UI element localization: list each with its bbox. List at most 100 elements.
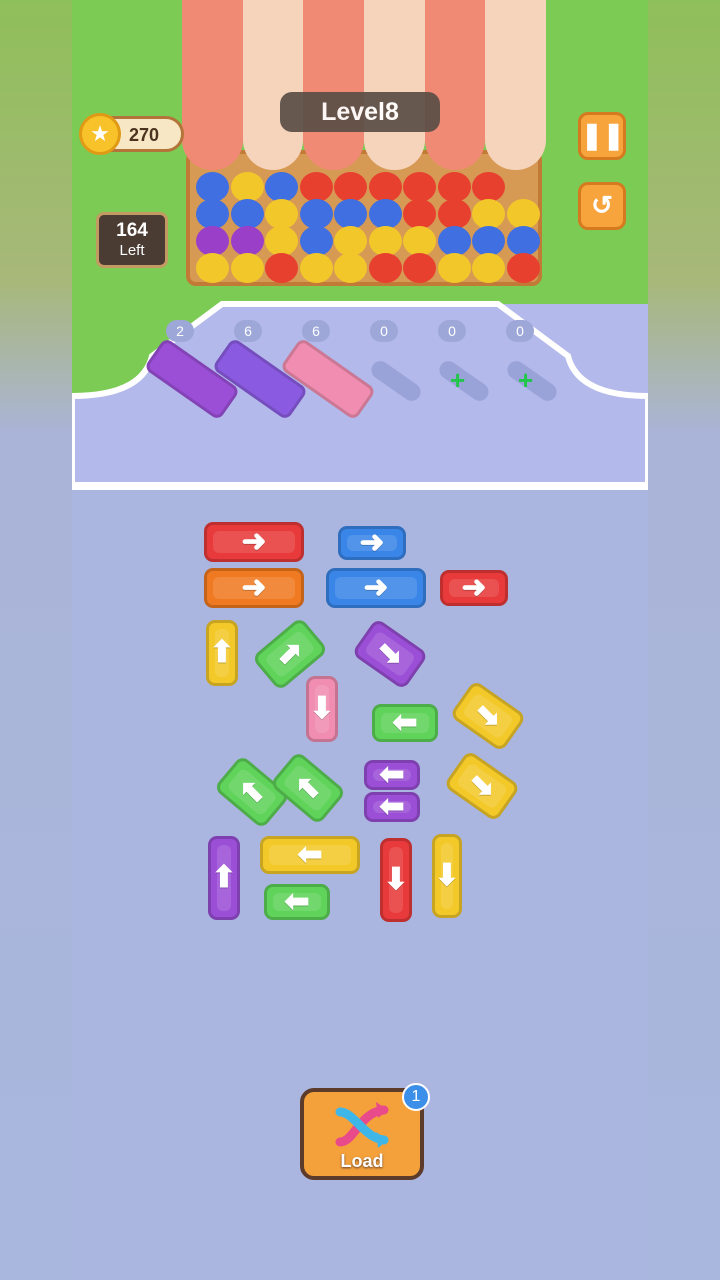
fruit bbox=[472, 253, 505, 283]
truck-up-left[interactable]: ⬉ bbox=[269, 750, 347, 826]
fruit bbox=[368, 172, 402, 202]
arrow-icon: ⬊ bbox=[377, 637, 403, 670]
truck-right[interactable]: ➜ bbox=[204, 522, 304, 562]
fruit bbox=[472, 199, 505, 229]
fruit bbox=[334, 226, 367, 256]
slot-count: 2 bbox=[166, 320, 194, 342]
truck-left[interactable]: ⬅ bbox=[364, 792, 420, 822]
fruit bbox=[437, 253, 471, 283]
fruit bbox=[265, 172, 298, 202]
truck-right[interactable]: ➜ bbox=[326, 568, 426, 608]
fruit bbox=[196, 199, 229, 229]
awning-stripe bbox=[182, 0, 243, 170]
truck-down-right[interactable]: ⬊ bbox=[443, 749, 521, 823]
truck-right[interactable]: ➜ bbox=[440, 570, 508, 606]
truck-right[interactable]: ➜ bbox=[338, 526, 406, 560]
arrow-icon: ⬊ bbox=[475, 699, 501, 732]
fruit bbox=[265, 253, 298, 283]
fruit bbox=[299, 253, 333, 283]
arrow-icon: ⬅ bbox=[379, 758, 405, 791]
arrow-icon: ➜ bbox=[363, 571, 389, 604]
arrow-icon: ⬇ bbox=[434, 859, 460, 892]
fruit bbox=[506, 253, 540, 283]
fruit bbox=[403, 253, 436, 283]
fruit bbox=[368, 199, 402, 229]
arrow-icon: ⬅ bbox=[297, 838, 323, 871]
fruit bbox=[299, 199, 333, 229]
game-board: Level8 ★ 270 164 Left ❚❚ ↺ 2 6 6 0 0 +0 + ➜ ➜ ➜ ➜… bbox=[72, 0, 648, 1280]
fruit-crate bbox=[186, 150, 542, 286]
pause-icon: ❚❚ bbox=[581, 120, 625, 150]
undo-icon: ↺ bbox=[591, 190, 613, 220]
fruit bbox=[334, 253, 367, 283]
level-title: Level8 bbox=[280, 92, 440, 132]
arrow-icon: ➜ bbox=[241, 525, 267, 558]
remaining-sign: 164 Left bbox=[96, 212, 168, 268]
fruit bbox=[506, 226, 540, 256]
fruit bbox=[368, 253, 402, 283]
dock-divider bbox=[72, 482, 648, 490]
fruit bbox=[403, 172, 436, 202]
truck-down[interactable]: ⬇ bbox=[432, 834, 462, 918]
fruit bbox=[437, 226, 471, 256]
arrow-icon: ➜ bbox=[241, 571, 267, 604]
fruit bbox=[230, 199, 264, 229]
plus-icon[interactable]: + bbox=[518, 367, 533, 393]
fruit bbox=[334, 199, 367, 229]
truck-down[interactable]: ⬇ bbox=[306, 676, 338, 742]
arrow-icon: ➜ bbox=[461, 571, 487, 604]
slot-count: 6 bbox=[234, 320, 262, 342]
fruit bbox=[368, 226, 402, 256]
fruit bbox=[403, 199, 436, 229]
awning-stripe bbox=[364, 0, 425, 170]
truck-down-right[interactable]: ⬊ bbox=[351, 617, 429, 691]
fruit bbox=[299, 226, 333, 256]
awning-stripe bbox=[485, 0, 547, 170]
arrow-icon: ⬆ bbox=[209, 636, 235, 669]
truck-up[interactable]: ⬆ bbox=[208, 836, 240, 920]
plus-icon[interactable]: + bbox=[450, 367, 465, 393]
arrow-icon: ⬇ bbox=[309, 692, 335, 725]
slot-count: 0 bbox=[370, 320, 398, 342]
awning-stripe bbox=[424, 0, 486, 170]
remaining-count: 164 bbox=[116, 220, 148, 241]
fruit-stand bbox=[182, 0, 547, 290]
awning-stripe bbox=[242, 0, 304, 170]
slot-count: 0 bbox=[438, 320, 466, 342]
shuffle-icon bbox=[335, 1102, 389, 1148]
truck-left[interactable]: ⬅ bbox=[372, 704, 438, 742]
fruit bbox=[230, 172, 264, 202]
fruit bbox=[437, 172, 471, 202]
arrow-icon: ⬇ bbox=[383, 863, 409, 896]
arrow-icon: ➜ bbox=[359, 526, 385, 559]
truck-left[interactable]: ⬅ bbox=[364, 760, 420, 790]
fruit bbox=[299, 172, 333, 202]
fruit bbox=[196, 226, 229, 256]
arrow-icon: ⬉ bbox=[295, 771, 321, 804]
truck-up[interactable]: ⬆ bbox=[206, 620, 238, 686]
arrow-icon: ⬅ bbox=[379, 790, 405, 823]
truck-left[interactable]: ⬅ bbox=[260, 836, 360, 874]
undo-button[interactable]: ↺ bbox=[578, 182, 626, 230]
truck-right[interactable]: ➜ bbox=[204, 568, 304, 608]
fruit bbox=[437, 199, 471, 229]
pause-button[interactable]: ❚❚ bbox=[578, 112, 626, 160]
arrow-icon: ⬅ bbox=[284, 885, 310, 918]
fruit bbox=[472, 172, 505, 202]
background-right bbox=[648, 0, 720, 1280]
star-coin-icon: ★ bbox=[79, 113, 121, 155]
shop-awning bbox=[182, 0, 547, 170]
load-label: Load bbox=[340, 1151, 384, 1171]
truck-down[interactable]: ⬇ bbox=[380, 838, 412, 922]
arrow-icon: ⬉ bbox=[239, 775, 265, 808]
truck-down-right[interactable]: ⬊ bbox=[449, 679, 527, 753]
fruit bbox=[472, 226, 505, 256]
remaining-label: Left bbox=[119, 242, 145, 259]
awning-stripe bbox=[303, 0, 365, 170]
fruit bbox=[230, 226, 264, 256]
coin-counter: ★ 270 bbox=[79, 113, 184, 155]
slot-count: 0 bbox=[506, 320, 534, 342]
fruit bbox=[403, 226, 436, 256]
truck-left[interactable]: ⬅ bbox=[264, 884, 330, 920]
fruit bbox=[506, 199, 540, 229]
